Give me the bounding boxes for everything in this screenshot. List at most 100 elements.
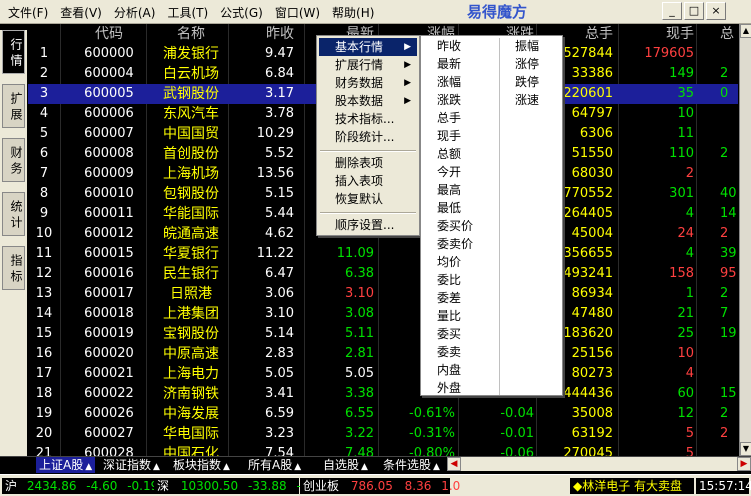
left-tab[interactable]: 指标 <box>2 246 25 290</box>
bottom-tab-label: 条件选股 <box>383 458 432 472</box>
submenu-item[interactable]: 委卖 <box>437 343 461 361</box>
bottom-tab-label: 板块指数 <box>173 458 222 472</box>
left-tab[interactable]: 财务 <box>2 138 25 182</box>
menu-item-label: 恢复默认 <box>335 192 384 206</box>
submenu-item[interactable]: 今开 <box>437 163 461 181</box>
table-row[interactable]: 15600019宝钢股份5.145.11-01836202519 <box>28 324 738 344</box>
submenu-item[interactable]: 总额 <box>437 145 461 163</box>
cell-code: 600022 <box>84 386 134 401</box>
submenu-item[interactable]: 昨收 <box>437 37 461 55</box>
submenu-item[interactable]: 量比 <box>437 307 461 325</box>
submenu-item[interactable]: 委差 <box>437 289 461 307</box>
cell-vol: 35008 <box>571 406 613 421</box>
menu-item[interactable]: 文件(F) <box>2 2 54 22</box>
vertical-scrollbar[interactable]: ▲ ▼ <box>739 24 751 456</box>
submenu-item[interactable]: 振幅 <box>515 37 539 55</box>
cell-extra: 7 <box>720 306 729 321</box>
submenu-item[interactable]: 涨速 <box>515 91 539 109</box>
menu-item-6[interactable]: 删除表项 <box>319 154 417 172</box>
header-code[interactable]: 代码 <box>68 24 150 44</box>
cell-prev: 5.52 <box>265 146 294 161</box>
menu-item[interactable]: 公式(G) <box>214 2 269 22</box>
cell-code: 600012 <box>84 226 134 241</box>
menu-item-9[interactable]: 顺序设置... <box>319 216 417 234</box>
bottom-tab[interactable]: 板块指数 ▲ <box>170 457 233 473</box>
menu-item-0[interactable]: 基本行情 ▶ <box>319 38 417 56</box>
submenu-item[interactable]: 涨幅 <box>437 73 461 91</box>
menu-item[interactable]: 分析(A) <box>108 2 162 22</box>
submenu-item[interactable]: 涨停 <box>515 55 539 73</box>
table-row[interactable]: 11600015华夏银行11.2211.09-356655439 <box>28 244 738 264</box>
left-tab[interactable]: 行情 <box>2 30 25 74</box>
menu-item-4[interactable]: 技术指标... <box>319 110 417 128</box>
cy-index-field[interactable]: 创业板 786.05 8.36 1.0 <box>300 478 460 494</box>
submenu-item[interactable]: 外盘 <box>437 379 461 397</box>
header-prev[interactable]: 昨收 <box>228 24 294 44</box>
submenu-item[interactable]: 委买价 <box>437 217 473 235</box>
scroll-left-arrow-icon[interactable]: ◀ <box>447 457 461 471</box>
submenu-item[interactable]: 均价 <box>437 253 461 271</box>
cell-vol: 63192 <box>571 426 613 441</box>
news-ticker[interactable]: ◆林洋电子 有大卖盘 <box>570 478 694 494</box>
table-row[interactable]: 21 600028 中国石化 7.54 7.48 -0.80% -0.06 270045 5 <box>28 444 738 456</box>
submenu-item[interactable]: 现手 <box>437 127 461 145</box>
cell-code: 600028 <box>84 446 134 456</box>
menu-item-label: 基本行情 <box>335 40 384 54</box>
cell-name: 宝钢股份 <box>163 326 219 342</box>
header-name[interactable]: 名称 <box>146 24 236 44</box>
sz-index-field[interactable]: 深 10300.50 -33.88 -0. <box>154 478 312 494</box>
table-row[interactable]: 12600016民生银行6.476.38-49324115895 <box>28 264 738 284</box>
cell-prev: 3.78 <box>265 106 294 121</box>
table-row[interactable]: 13 600017 日照港 3.06 3.10 86934 1 2 <box>28 284 738 304</box>
submenu-item[interactable]: 跌停 <box>515 73 539 91</box>
submenu-item[interactable]: 委比 <box>437 271 461 289</box>
bottom-tab[interactable]: 自选股 ▲ <box>320 457 371 473</box>
submenu-item[interactable]: 涨跌 <box>437 91 461 109</box>
minimize-button[interactable]: _ <box>662 2 682 20</box>
status-bar: 沪 2434.86 -4.60 -0.19 深 10300.50 -33.88 … <box>0 474 751 496</box>
submenu-item[interactable]: 内盘 <box>437 361 461 379</box>
menu-item-2[interactable]: 财务数据 ▶ <box>319 74 417 92</box>
submenu-item[interactable]: 最新 <box>437 55 461 73</box>
left-tab[interactable]: 统计 <box>2 192 25 236</box>
submenu-item[interactable]: 最低 <box>437 199 461 217</box>
bottom-tab[interactable]: 深证指数 ▲ <box>100 457 163 473</box>
table-row[interactable]: 14600018上港集团3.103.08-047480217 <box>28 304 738 324</box>
submenu-item[interactable]: 委买 <box>437 325 461 343</box>
menu-item[interactable]: 帮助(H) <box>326 2 380 22</box>
table-row[interactable]: 19 600026 中海发展 6.59 6.55 -0.61% -0.04 35008 12 2 <box>28 404 738 424</box>
table-row[interactable]: 20 600027 华电国际 3.23 3.22 -0.31% -0.01 63192 5 2 <box>28 424 738 444</box>
left-tab[interactable]: 扩展 <box>2 84 25 128</box>
maximize-button[interactable]: □ <box>684 2 704 20</box>
table-row[interactable]: 16600020中原高速2.832.81-02515610 <box>28 344 738 364</box>
scroll-right-arrow-icon[interactable]: ▶ <box>737 457 751 471</box>
cell-prev: 5.15 <box>265 186 294 201</box>
menu-item[interactable]: 查看(V) <box>54 2 108 22</box>
scroll-down-arrow-icon[interactable]: ▼ <box>740 442 751 456</box>
submenu-item[interactable]: 委卖价 <box>437 235 473 253</box>
table-row[interactable]: 18600022济南钢铁3.413.38-04444366015 <box>28 384 738 404</box>
row-index: 18 <box>35 386 53 401</box>
submenu-item[interactable]: 最高 <box>437 181 461 199</box>
bottom-tab[interactable]: 上证A股 ▲ <box>36 457 96 473</box>
cell-name: 济南钢铁 <box>163 386 219 402</box>
menu-item[interactable]: 工具(T) <box>161 2 214 22</box>
cell-name: 武钢股份 <box>163 86 219 102</box>
header-extra[interactable]: 总 <box>720 24 738 44</box>
bottom-tab-label: 所有A股 <box>248 458 293 472</box>
bottom-tab[interactable]: 条件选股 ▲ <box>380 457 443 473</box>
menu-item-3[interactable]: 股本数据 ▶ <box>319 92 417 110</box>
scroll-up-arrow-icon[interactable]: ▲ <box>740 24 751 38</box>
bottom-tab[interactable]: 所有A股 ▲ <box>245 457 304 473</box>
menu-item-1[interactable]: 扩展行情 ▶ <box>319 56 417 74</box>
menu-item-7[interactable]: 插入表项 <box>319 172 417 190</box>
table-row[interactable]: 17 600021 上海电力 5.05 5.05 80273 4 <box>28 364 738 384</box>
header-cur[interactable]: 现手 <box>628 24 694 44</box>
submenu-item[interactable]: 总手 <box>437 109 461 127</box>
menu-item-5[interactable]: 阶段统计... <box>319 128 417 146</box>
menu-item-8[interactable]: 恢复默认 <box>319 190 417 208</box>
close-button[interactable]: × <box>706 2 726 20</box>
horizontal-scrollbar[interactable]: ◀ ▶ <box>447 457 751 471</box>
menu-item[interactable]: 窗口(W) <box>269 2 326 22</box>
cell-cur: 5 <box>685 426 694 441</box>
